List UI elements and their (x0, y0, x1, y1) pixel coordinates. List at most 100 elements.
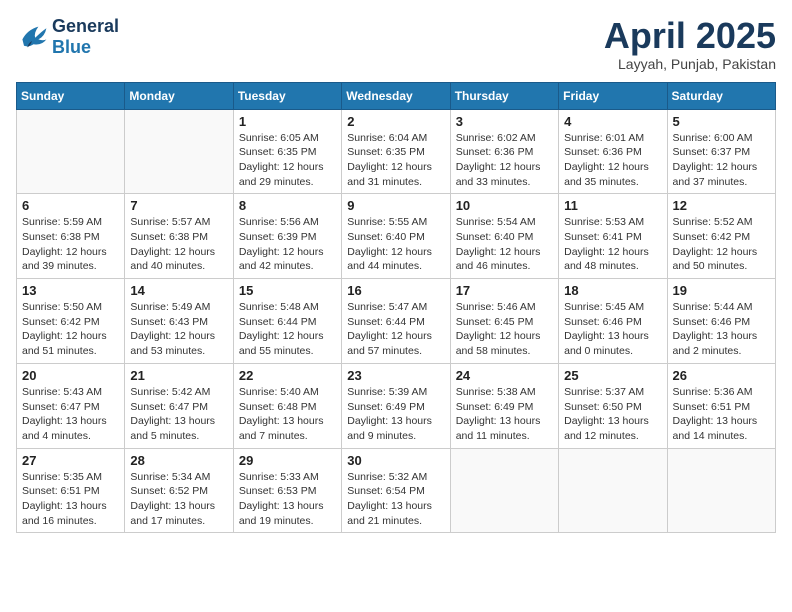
day-number: 26 (673, 368, 770, 383)
day-number: 24 (456, 368, 553, 383)
day-number: 7 (130, 198, 227, 213)
calendar-cell: 15 Sunrise: 5:48 AMSunset: 6:44 PMDaylig… (233, 279, 341, 364)
day-detail: Sunrise: 5:37 AMSunset: 6:50 PMDaylight:… (564, 385, 661, 444)
calendar-cell: 13 Sunrise: 5:50 AMSunset: 6:42 PMDaylig… (17, 279, 125, 364)
calendar-cell: 29 Sunrise: 5:33 AMSunset: 6:53 PMDaylig… (233, 448, 341, 533)
calendar-cell: 28 Sunrise: 5:34 AMSunset: 6:52 PMDaylig… (125, 448, 233, 533)
day-number: 2 (347, 114, 444, 129)
calendar-cell: 26 Sunrise: 5:36 AMSunset: 6:51 PMDaylig… (667, 363, 775, 448)
day-detail: Sunrise: 5:56 AMSunset: 6:39 PMDaylight:… (239, 215, 336, 274)
calendar-cell: 10 Sunrise: 5:54 AMSunset: 6:40 PMDaylig… (450, 194, 558, 279)
day-number: 11 (564, 198, 661, 213)
day-number: 30 (347, 453, 444, 468)
day-detail: Sunrise: 5:33 AMSunset: 6:53 PMDaylight:… (239, 470, 336, 529)
calendar-table: SundayMondayTuesdayWednesdayThursdayFrid… (16, 82, 776, 534)
day-number: 19 (673, 283, 770, 298)
day-detail: Sunrise: 5:42 AMSunset: 6:47 PMDaylight:… (130, 385, 227, 444)
calendar-cell (450, 448, 558, 533)
calendar-cell: 1 Sunrise: 6:05 AMSunset: 6:35 PMDayligh… (233, 109, 341, 194)
day-number: 14 (130, 283, 227, 298)
calendar-cell (559, 448, 667, 533)
calendar-cell: 2 Sunrise: 6:04 AMSunset: 6:35 PMDayligh… (342, 109, 450, 194)
page-header: General Blue April 2025 Layyah, Punjab, … (16, 16, 776, 72)
weekday-header-tuesday: Tuesday (233, 82, 341, 109)
title-block: April 2025 Layyah, Punjab, Pakistan (604, 16, 776, 72)
day-number: 15 (239, 283, 336, 298)
day-number: 5 (673, 114, 770, 129)
calendar-cell: 3 Sunrise: 6:02 AMSunset: 6:36 PMDayligh… (450, 109, 558, 194)
weekday-header-saturday: Saturday (667, 82, 775, 109)
day-number: 6 (22, 198, 119, 213)
calendar-cell: 7 Sunrise: 5:57 AMSunset: 6:38 PMDayligh… (125, 194, 233, 279)
calendar-cell: 16 Sunrise: 5:47 AMSunset: 6:44 PMDaylig… (342, 279, 450, 364)
calendar-cell: 22 Sunrise: 5:40 AMSunset: 6:48 PMDaylig… (233, 363, 341, 448)
day-detail: Sunrise: 5:45 AMSunset: 6:46 PMDaylight:… (564, 300, 661, 359)
weekday-header-sunday: Sunday (17, 82, 125, 109)
weekday-header-monday: Monday (125, 82, 233, 109)
calendar-cell: 23 Sunrise: 5:39 AMSunset: 6:49 PMDaylig… (342, 363, 450, 448)
calendar-cell (125, 109, 233, 194)
day-detail: Sunrise: 5:52 AMSunset: 6:42 PMDaylight:… (673, 215, 770, 274)
day-detail: Sunrise: 5:54 AMSunset: 6:40 PMDaylight:… (456, 215, 553, 274)
day-detail: Sunrise: 5:50 AMSunset: 6:42 PMDaylight:… (22, 300, 119, 359)
calendar-cell (667, 448, 775, 533)
day-detail: Sunrise: 5:49 AMSunset: 6:43 PMDaylight:… (130, 300, 227, 359)
calendar-cell: 4 Sunrise: 6:01 AMSunset: 6:36 PMDayligh… (559, 109, 667, 194)
day-detail: Sunrise: 6:05 AMSunset: 6:35 PMDaylight:… (239, 131, 336, 190)
calendar-cell (17, 109, 125, 194)
day-number: 12 (673, 198, 770, 213)
day-number: 4 (564, 114, 661, 129)
day-number: 21 (130, 368, 227, 383)
calendar-cell: 18 Sunrise: 5:45 AMSunset: 6:46 PMDaylig… (559, 279, 667, 364)
day-number: 16 (347, 283, 444, 298)
calendar-cell: 20 Sunrise: 5:43 AMSunset: 6:47 PMDaylig… (17, 363, 125, 448)
logo-text: General Blue (52, 16, 119, 58)
weekday-header-wednesday: Wednesday (342, 82, 450, 109)
calendar-cell: 27 Sunrise: 5:35 AMSunset: 6:51 PMDaylig… (17, 448, 125, 533)
calendar-cell: 25 Sunrise: 5:37 AMSunset: 6:50 PMDaylig… (559, 363, 667, 448)
day-number: 3 (456, 114, 553, 129)
calendar-cell: 8 Sunrise: 5:56 AMSunset: 6:39 PMDayligh… (233, 194, 341, 279)
day-detail: Sunrise: 5:34 AMSunset: 6:52 PMDaylight:… (130, 470, 227, 529)
calendar-cell: 12 Sunrise: 5:52 AMSunset: 6:42 PMDaylig… (667, 194, 775, 279)
day-detail: Sunrise: 6:00 AMSunset: 6:37 PMDaylight:… (673, 131, 770, 190)
day-number: 17 (456, 283, 553, 298)
calendar-cell: 21 Sunrise: 5:42 AMSunset: 6:47 PMDaylig… (125, 363, 233, 448)
logo-icon (16, 23, 48, 51)
day-number: 27 (22, 453, 119, 468)
day-number: 28 (130, 453, 227, 468)
day-detail: Sunrise: 5:32 AMSunset: 6:54 PMDaylight:… (347, 470, 444, 529)
calendar-cell: 6 Sunrise: 5:59 AMSunset: 6:38 PMDayligh… (17, 194, 125, 279)
day-number: 18 (564, 283, 661, 298)
day-detail: Sunrise: 6:04 AMSunset: 6:35 PMDaylight:… (347, 131, 444, 190)
day-detail: Sunrise: 5:36 AMSunset: 6:51 PMDaylight:… (673, 385, 770, 444)
calendar-cell: 9 Sunrise: 5:55 AMSunset: 6:40 PMDayligh… (342, 194, 450, 279)
day-detail: Sunrise: 5:44 AMSunset: 6:46 PMDaylight:… (673, 300, 770, 359)
calendar-cell: 30 Sunrise: 5:32 AMSunset: 6:54 PMDaylig… (342, 448, 450, 533)
day-detail: Sunrise: 5:57 AMSunset: 6:38 PMDaylight:… (130, 215, 227, 274)
logo: General Blue (16, 16, 119, 58)
calendar-cell: 19 Sunrise: 5:44 AMSunset: 6:46 PMDaylig… (667, 279, 775, 364)
day-number: 13 (22, 283, 119, 298)
month-title: April 2025 (604, 16, 776, 56)
day-detail: Sunrise: 5:48 AMSunset: 6:44 PMDaylight:… (239, 300, 336, 359)
day-number: 22 (239, 368, 336, 383)
day-number: 9 (347, 198, 444, 213)
day-detail: Sunrise: 5:47 AMSunset: 6:44 PMDaylight:… (347, 300, 444, 359)
calendar-cell: 24 Sunrise: 5:38 AMSunset: 6:49 PMDaylig… (450, 363, 558, 448)
day-number: 1 (239, 114, 336, 129)
day-detail: Sunrise: 5:40 AMSunset: 6:48 PMDaylight:… (239, 385, 336, 444)
day-detail: Sunrise: 6:01 AMSunset: 6:36 PMDaylight:… (564, 131, 661, 190)
day-detail: Sunrise: 5:53 AMSunset: 6:41 PMDaylight:… (564, 215, 661, 274)
day-detail: Sunrise: 5:55 AMSunset: 6:40 PMDaylight:… (347, 215, 444, 274)
location: Layyah, Punjab, Pakistan (604, 56, 776, 72)
day-number: 23 (347, 368, 444, 383)
day-detail: Sunrise: 6:02 AMSunset: 6:36 PMDaylight:… (456, 131, 553, 190)
day-detail: Sunrise: 5:59 AMSunset: 6:38 PMDaylight:… (22, 215, 119, 274)
calendar-cell: 17 Sunrise: 5:46 AMSunset: 6:45 PMDaylig… (450, 279, 558, 364)
day-detail: Sunrise: 5:35 AMSunset: 6:51 PMDaylight:… (22, 470, 119, 529)
calendar-cell: 14 Sunrise: 5:49 AMSunset: 6:43 PMDaylig… (125, 279, 233, 364)
day-detail: Sunrise: 5:46 AMSunset: 6:45 PMDaylight:… (456, 300, 553, 359)
day-number: 20 (22, 368, 119, 383)
day-detail: Sunrise: 5:43 AMSunset: 6:47 PMDaylight:… (22, 385, 119, 444)
